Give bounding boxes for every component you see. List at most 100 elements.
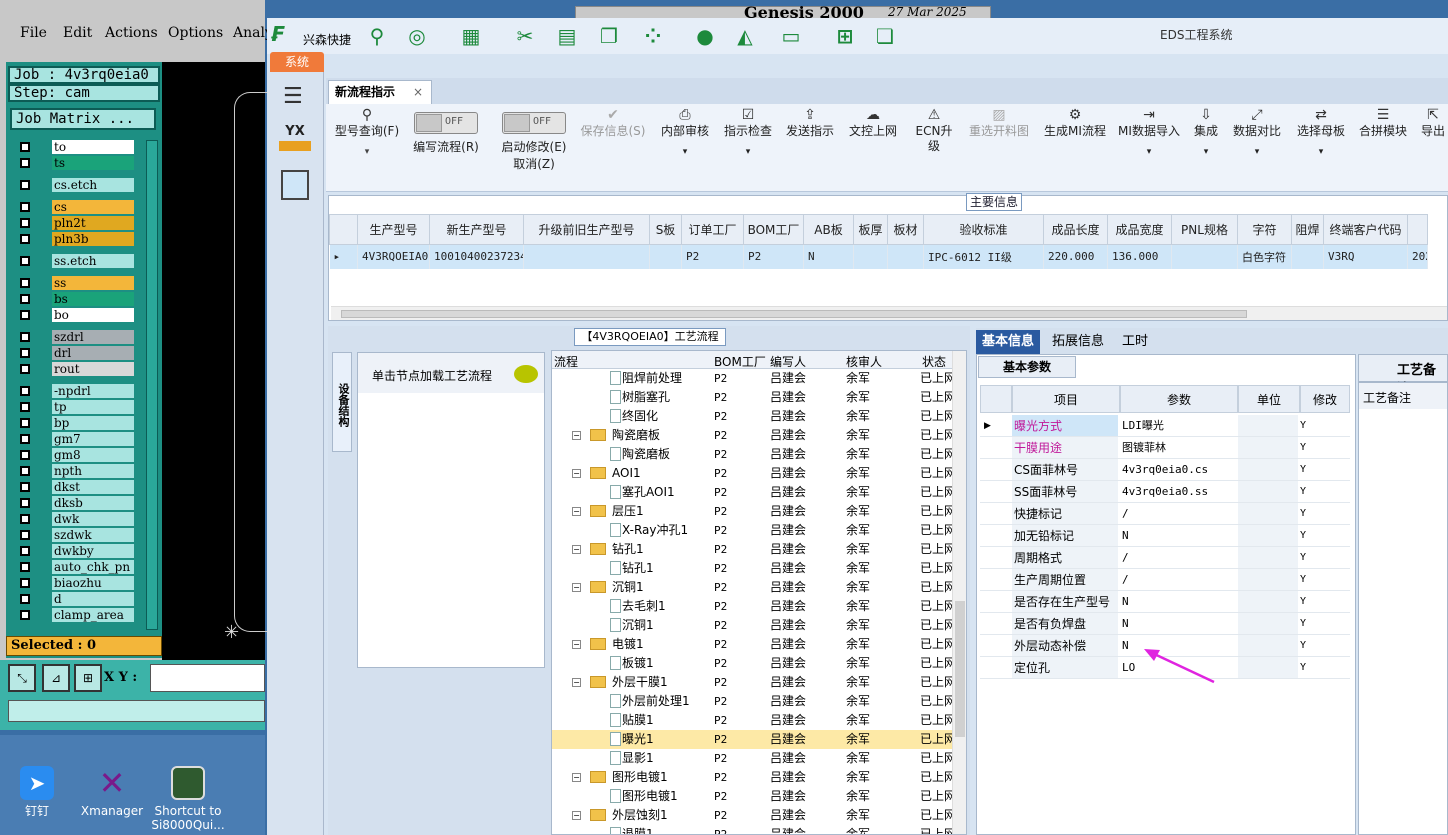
column-header[interactable] <box>329 214 358 245</box>
tab-work-hours[interactable]: 工时 <box>1116 330 1154 354</box>
table-cell[interactable]: P2 <box>743 244 804 269</box>
toolbar-button-reselect[interactable]: ▨ 重选开料图 <box>966 108 1032 139</box>
table-cell[interactable] <box>887 244 924 269</box>
param-unit[interactable] <box>1238 525 1298 546</box>
tree-row[interactable]: − 陶瓷磨板 P2 吕建会 余军 已上网 <box>552 426 966 445</box>
column-header[interactable]: 新生产型号 <box>429 214 524 245</box>
param-unit[interactable] <box>1238 415 1298 436</box>
layer-row[interactable]: szdwk <box>16 528 138 542</box>
layer-row[interactable]: dkst <box>16 480 138 494</box>
layer-checkbox[interactable] <box>20 180 30 190</box>
collapse-icon[interactable]: − <box>572 773 581 782</box>
layer-row[interactable]: ss.etch <box>16 254 138 268</box>
toggle-write-process[interactable]: OFF <box>414 112 478 134</box>
measure-icon[interactable]: ⊿ <box>42 664 70 692</box>
toolbar-button-ecn[interactable]: ⚠ ECN升级 <box>910 108 958 154</box>
layer-row[interactable]: to <box>16 140 138 154</box>
tree-row[interactable]: − 电镀1 P2 吕建会 余军 已上网 <box>552 635 966 654</box>
table-cell[interactable]: 202 <box>1407 244 1428 269</box>
layer-checkbox[interactable] <box>20 386 30 396</box>
param-value[interactable]: / <box>1120 503 1238 525</box>
gallery-icon[interactable]: ❏ <box>873 24 897 48</box>
tree-row[interactable]: 树脂塞孔 P2 吕建会 余军 已上网 <box>552 388 966 407</box>
layer-checkbox[interactable] <box>20 530 30 540</box>
layer-row[interactable]: ts <box>16 156 138 170</box>
layer-checkbox[interactable] <box>20 594 30 604</box>
table-icon[interactable]: ▦ <box>459 24 483 48</box>
tree-row[interactable]: X-Ray冲孔1 P2 吕建会 余军 已上网 <box>552 521 966 540</box>
table-cell[interactable]: V3RQ <box>1323 244 1408 269</box>
column-header[interactable]: 字符 <box>1237 214 1292 245</box>
toolbar-button-export[interactable]: ⇱ 导出 <box>1418 108 1448 139</box>
toolbar-button-mi-import[interactable]: ⇥ MI数据导入 ▾ <box>1116 108 1182 160</box>
column-header[interactable]: 升级前旧生产型号 <box>523 214 650 245</box>
param-row[interactable]: 加无铅标记 N Y <box>980 525 1350 547</box>
toolbar-button-save[interactable]: ✔ 保存信息(S) <box>578 108 648 139</box>
job-matrix-button[interactable]: Job Matrix ... <box>10 108 156 130</box>
table-cell[interactable]: 220.000 <box>1043 244 1108 269</box>
toolbar-button-integrate[interactable]: ⇩ 集成 ▾ <box>1190 108 1222 160</box>
param-row[interactable]: 快捷标记 / Y <box>980 503 1350 525</box>
param-unit[interactable] <box>1238 591 1298 612</box>
param-row[interactable]: 是否有负焊盘 N Y <box>980 613 1350 635</box>
toolbar-button-query[interactable]: ⚲ 型号查询(F) ▾ <box>332 108 402 160</box>
param-value[interactable]: N <box>1120 613 1238 635</box>
layer-checkbox[interactable] <box>20 278 30 288</box>
xy-input[interactable] <box>150 664 265 692</box>
param-value[interactable]: 图镀菲林 <box>1120 437 1238 459</box>
column-header[interactable]: 成品长度 <box>1043 214 1108 245</box>
layer-checkbox[interactable] <box>20 610 30 620</box>
layer-row[interactable]: pln2t <box>16 216 138 230</box>
layer-row[interactable]: bp <box>16 416 138 430</box>
layer-row[interactable]: d <box>16 592 138 606</box>
param-value[interactable]: 4v3rq0eia0.cs <box>1120 459 1238 481</box>
layer-checkbox[interactable] <box>20 578 30 588</box>
layer-row[interactable]: dwk <box>16 512 138 526</box>
layer-row[interactable]: cs <box>16 200 138 214</box>
menu-actions[interactable]: Actions <box>105 25 158 41</box>
layer-row[interactable]: drl <box>16 346 138 360</box>
param-value[interactable]: LDI曝光 <box>1120 415 1238 437</box>
layer-row[interactable]: szdrl <box>16 330 138 344</box>
layer-checkbox[interactable] <box>20 546 30 556</box>
grid-snap-icon[interactable]: ⊞ <box>74 664 102 692</box>
layer-checkbox[interactable] <box>20 218 30 228</box>
param-unit[interactable] <box>1238 503 1298 524</box>
table-cell[interactable]: IPC-6012 II级 <box>923 244 1044 269</box>
layer-checkbox[interactable] <box>20 142 30 152</box>
tab-basic-info[interactable]: 基本信息 <box>976 330 1041 354</box>
collapse-icon[interactable]: − <box>572 431 581 440</box>
layer-row[interactable]: cs.etch <box>16 178 138 192</box>
zoom-fit-icon[interactable]: ⤡ <box>8 664 36 692</box>
param-row[interactable]: ▶ 曝光方式 LDI曝光 Y <box>980 415 1350 437</box>
layer-checkbox[interactable] <box>20 434 30 444</box>
search-icon[interactable]: ⚲ <box>365 24 389 48</box>
param-unit[interactable] <box>1238 481 1298 502</box>
graphics-area[interactable]: ✳ <box>162 62 274 662</box>
table-cell[interactable]: N <box>803 244 854 269</box>
menu-options[interactable]: Options <box>168 25 223 41</box>
table-cell[interactable]: 10010400237234 <box>429 244 524 269</box>
layer-row[interactable]: bs <box>16 292 138 306</box>
layer-checkbox[interactable] <box>20 234 30 244</box>
layer-row[interactable]: rout <box>16 362 138 376</box>
table-cell[interactable]: ▸ <box>329 244 358 269</box>
layer-row[interactable]: gm7 <box>16 432 138 446</box>
layer-checkbox[interactable] <box>20 562 30 572</box>
system-tab[interactable]: 系统 <box>270 52 324 72</box>
layer-row[interactable]: clamp_area <box>16 608 138 622</box>
yx-factory-icon[interactable]: YX <box>279 124 311 156</box>
column-header[interactable]: 验收标准 <box>923 214 1044 245</box>
layer-checkbox[interactable] <box>20 310 30 320</box>
param-row[interactable]: CS面菲林号 4v3rq0eia0.cs Y <box>980 459 1350 481</box>
param-value[interactable]: / <box>1120 569 1238 591</box>
tree-row[interactable]: 外层前处理1 P2 吕建会 余军 已上网 <box>552 692 966 711</box>
basic-params-tab[interactable]: 基本参数 <box>978 356 1076 378</box>
param-value[interactable]: N <box>1120 525 1238 547</box>
tree-row[interactable]: 阻焊前处理 P2 吕建会 余军 已上网 <box>552 369 966 388</box>
layer-row[interactable]: -npdrl <box>16 384 138 398</box>
table-cell[interactable]: 136.000 <box>1107 244 1172 269</box>
calculator-tool-icon[interactable] <box>281 170 309 200</box>
layer-row[interactable]: npth <box>16 464 138 478</box>
tree-row[interactable]: 陶瓷磨板 P2 吕建会 余军 已上网 <box>552 445 966 464</box>
